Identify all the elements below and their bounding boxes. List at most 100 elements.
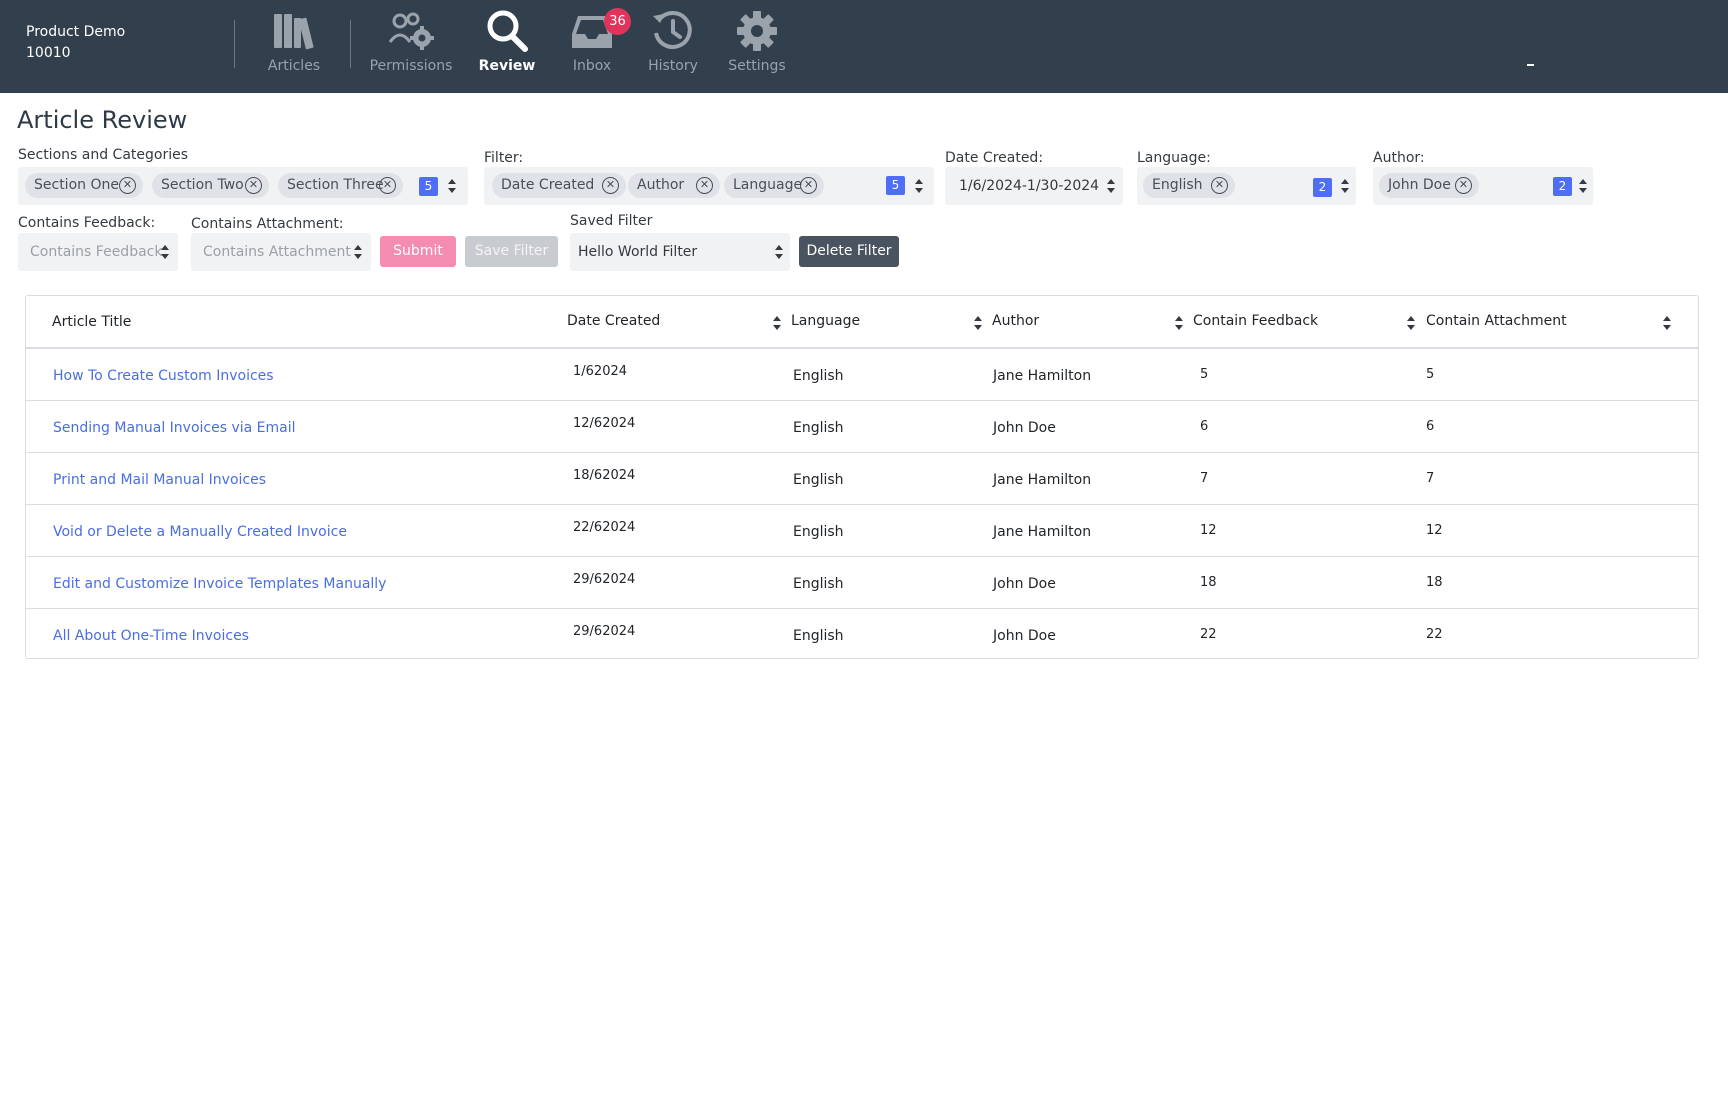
table-row: Sending Manual Invoices via Email 12/6202… xyxy=(26,400,1698,452)
article-title-link[interactable]: All About One-Time Invoices xyxy=(53,628,249,644)
sort-updown-icon xyxy=(1106,179,1116,193)
language-cell: English xyxy=(793,368,844,384)
nav-item-label: Settings xyxy=(728,58,786,74)
sort-updown-icon xyxy=(1578,179,1588,193)
remove-chip-icon[interactable]: ✕ xyxy=(1211,177,1228,194)
contains-attachment-label: Contains Attachment: xyxy=(191,216,344,232)
table-row: Edit and Customize Invoice Templates Man… xyxy=(26,556,1698,608)
remove-chip-icon[interactable]: ✕ xyxy=(245,177,262,194)
column-header-contain-attachment[interactable]: Contain Attachment xyxy=(1426,313,1567,329)
contains-feedback-placeholder: Contains Feedback xyxy=(30,244,163,260)
save-filter-button[interactable]: Save Filter xyxy=(465,236,558,267)
sections-select[interactable]: Section One ✕ Section Two ✕ Section Thre… xyxy=(18,167,468,205)
date-created-cell: 29/62024 xyxy=(573,624,636,639)
author-label: Author: xyxy=(1373,150,1425,166)
books-icon xyxy=(274,14,314,50)
attachment-count-cell: 7 xyxy=(1426,471,1435,486)
saved-filter-select[interactable]: Hello World Filter xyxy=(570,233,790,271)
remove-chip-icon[interactable]: ✕ xyxy=(379,177,396,194)
language-select[interactable]: English ✕ 2 xyxy=(1137,167,1356,205)
author-chip: John Doe ✕ xyxy=(1379,173,1479,198)
remove-chip-icon[interactable]: ✕ xyxy=(1455,177,1472,194)
contains-attachment-select[interactable]: Contains Attachment xyxy=(191,233,371,271)
chip-label: Author xyxy=(637,177,685,193)
language-cell: English xyxy=(793,524,844,540)
selected-count-badge: 5 xyxy=(886,176,905,195)
contains-attachment-placeholder: Contains Attachment xyxy=(203,244,351,260)
contains-feedback-select[interactable]: Contains Feedback xyxy=(18,233,178,271)
attachment-count-cell: 12 xyxy=(1426,523,1443,538)
column-header-date-created[interactable]: Date Created xyxy=(567,313,660,329)
author-select[interactable]: John Doe ✕ 2 xyxy=(1373,167,1593,205)
feedback-count-cell: 5 xyxy=(1200,367,1209,382)
article-title-link[interactable]: Sending Manual Invoices via Email xyxy=(53,420,296,436)
sort-updown-icon xyxy=(1340,179,1350,193)
language-chip: English ✕ xyxy=(1143,173,1235,198)
sort-updown-icon[interactable] xyxy=(973,316,983,330)
user-menu-caret[interactable] xyxy=(1527,64,1534,66)
nav-item-permissions[interactable]: Permissions xyxy=(366,8,456,74)
language-label: Language: xyxy=(1137,150,1211,166)
sort-updown-icon[interactable] xyxy=(1174,316,1184,330)
remove-chip-icon[interactable]: ✕ xyxy=(696,177,713,194)
feedback-count-cell: 6 xyxy=(1200,419,1209,434)
saved-filter-label: Saved Filter xyxy=(570,213,653,229)
attachment-count-cell: 6 xyxy=(1426,419,1435,434)
article-title-link[interactable]: Edit and Customize Invoice Templates Man… xyxy=(53,576,386,592)
nav-divider xyxy=(234,20,235,68)
sort-updown-icon xyxy=(447,179,457,193)
filter-chip: Author ✕ xyxy=(628,173,720,198)
column-header-contain-feedback[interactable]: Contain Feedback xyxy=(1193,313,1318,329)
date-created-cell: 29/62024 xyxy=(573,572,636,587)
nav-item-review[interactable]: Review xyxy=(462,8,552,74)
remove-chip-icon[interactable]: ✕ xyxy=(800,177,817,194)
chip-label: John Doe xyxy=(1388,177,1451,193)
article-title-link[interactable]: How To Create Custom Invoices xyxy=(53,368,274,384)
filter-chip: Date Created ✕ xyxy=(492,173,626,198)
table-row: Void or Delete a Manually Created Invoic… xyxy=(26,504,1698,556)
sort-updown-icon[interactable] xyxy=(1406,316,1416,330)
remove-chip-icon[interactable]: ✕ xyxy=(602,177,619,194)
column-header-title[interactable]: Article Title xyxy=(52,314,131,330)
nav-item-inbox[interactable]: 36 Inbox xyxy=(547,8,637,74)
feedback-count-cell: 22 xyxy=(1200,627,1217,642)
date-created-select[interactable]: 1/6/2024-1/30-2024 xyxy=(945,167,1123,205)
filter-label: Filter: xyxy=(484,150,524,166)
history-icon xyxy=(653,11,692,50)
nav-item-settings[interactable]: Settings xyxy=(712,8,802,74)
nav-item-label: Permissions xyxy=(369,58,453,74)
feedback-count-cell: 7 xyxy=(1200,471,1209,486)
sort-updown-icon[interactable] xyxy=(772,316,782,330)
language-cell: English xyxy=(793,472,844,488)
date-created-cell: 1/62024 xyxy=(573,364,628,379)
article-title-link[interactable]: Void or Delete a Manually Created Invoic… xyxy=(53,524,347,540)
column-header-language[interactable]: Language xyxy=(791,313,860,329)
delete-filter-button[interactable]: Delete Filter xyxy=(799,236,899,267)
selected-count-badge: 5 xyxy=(419,177,438,196)
table-row: Print and Mail Manual Invoices 18/62024 En… xyxy=(26,452,1698,504)
section-chip: Section One ✕ xyxy=(25,173,143,198)
nav-item-articles[interactable]: Articles xyxy=(249,8,339,74)
submit-button[interactable]: Submit xyxy=(380,236,456,267)
nav-item-label: History xyxy=(648,58,698,74)
filter-select[interactable]: Date Created ✕ Author ✕ Language ✕ 5 xyxy=(484,167,934,205)
language-cell: English xyxy=(793,628,844,644)
date-created-cell: 22/62024 xyxy=(573,520,636,535)
remove-chip-icon[interactable]: ✕ xyxy=(119,177,136,194)
table-row: How To Create Custom Invoices 1/62024 Engl… xyxy=(26,348,1698,400)
article-title-link[interactable]: Print and Mail Manual Invoices xyxy=(53,472,266,488)
sort-updown-icon[interactable] xyxy=(1662,316,1672,330)
chip-label: Section Two xyxy=(161,177,244,193)
column-header-author[interactable]: Author xyxy=(992,313,1039,329)
sort-updown-icon xyxy=(353,245,363,259)
filter-chip: Language ✕ xyxy=(724,173,824,198)
date-created-cell: 12/62024 xyxy=(573,416,636,431)
attachment-count-cell: 18 xyxy=(1426,575,1443,590)
chip-label: Date Created xyxy=(501,177,595,193)
nav-item-history[interactable]: History xyxy=(628,8,718,74)
brand: Product Demo 10010 xyxy=(26,22,125,64)
nav-item-label: Articles xyxy=(267,58,321,74)
date-created-label: Date Created: xyxy=(945,150,1044,166)
selected-count-badge: 2 xyxy=(1313,178,1332,197)
nav-divider xyxy=(350,20,351,68)
